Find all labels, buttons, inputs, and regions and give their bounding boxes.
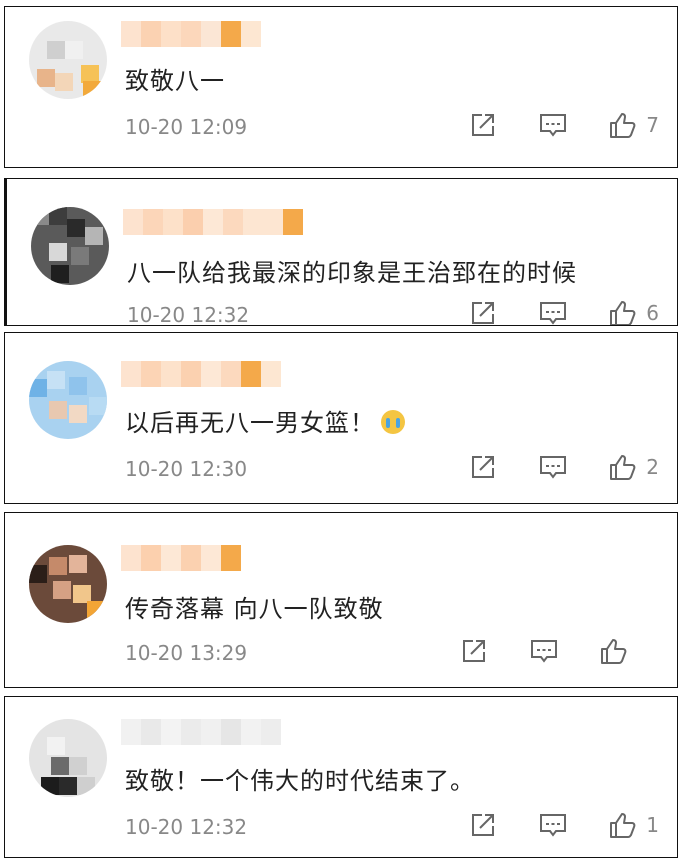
like-count: 1 [646, 813, 659, 837]
share-icon[interactable] [468, 452, 498, 482]
username-blurred[interactable] [121, 361, 281, 387]
avatar[interactable] [29, 21, 107, 99]
avatar[interactable] [29, 361, 107, 439]
crying-emoji-icon [381, 410, 405, 434]
avatar[interactable] [31, 207, 109, 285]
comment-time: 10-20 12:30 [125, 457, 248, 481]
comment-card: 致敬！一个伟大的时代结束了。 10-20 12:32 1 [4, 696, 678, 858]
like-icon[interactable] [608, 810, 638, 840]
username-blurred[interactable] [121, 545, 241, 571]
comment-card: 八一队给我最深的印象是王治郅在的时候 10-20 12:32 6 [4, 178, 678, 326]
comment-time: 10-20 12:32 [127, 303, 250, 326]
comment-card: 以后再无八一男女篮！ 10-20 12:30 2 [4, 332, 678, 504]
reply-icon[interactable] [538, 452, 568, 482]
reply-icon[interactable] [538, 110, 568, 140]
avatar[interactable] [29, 545, 107, 623]
comment-text: 致敬！一个伟大的时代结束了。 [125, 767, 475, 795]
like-icon[interactable] [608, 298, 638, 325]
comment-text: 致敬八一 [125, 67, 225, 95]
username-blurred[interactable] [121, 21, 261, 47]
reply-icon[interactable] [538, 298, 568, 325]
like-count: 2 [646, 455, 659, 479]
username-blurred[interactable] [121, 719, 281, 745]
like-icon[interactable] [608, 452, 638, 482]
username-blurred[interactable] [123, 209, 303, 235]
like-icon[interactable] [608, 110, 638, 140]
reply-icon[interactable] [529, 636, 559, 666]
comment-time: 10-20 12:32 [125, 815, 248, 839]
share-icon[interactable] [468, 810, 498, 840]
comment-text: 传奇落幕 向八一队致敬 [125, 595, 384, 623]
comment-card: 致敬八一 10-20 12:09 7 [4, 6, 678, 168]
share-icon[interactable] [468, 298, 498, 325]
avatar[interactable] [29, 719, 107, 797]
comment-time: 10-20 13:29 [125, 641, 248, 665]
like-count: 6 [646, 301, 659, 325]
like-count: 7 [646, 113, 659, 137]
share-icon[interactable] [459, 636, 489, 666]
like-icon[interactable] [599, 636, 629, 666]
comment-text: 八一队给我最深的印象是王治郅在的时候 [127, 259, 577, 287]
comment-time: 10-20 12:09 [125, 115, 248, 139]
share-icon[interactable] [468, 110, 498, 140]
comment-text: 以后再无八一男女篮！ [125, 403, 405, 438]
comment-card: 传奇落幕 向八一队致敬 10-20 13:29 [4, 512, 678, 688]
reply-icon[interactable] [538, 810, 568, 840]
